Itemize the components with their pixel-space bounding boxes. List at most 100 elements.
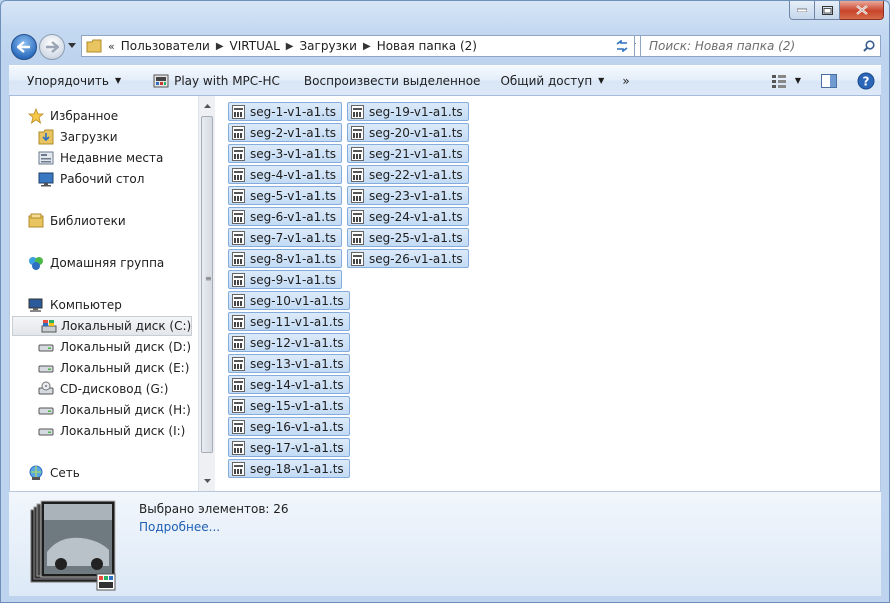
organize-label: Упорядочить xyxy=(27,73,109,88)
recent-pages-dropdown-icon[interactable] xyxy=(68,43,76,48)
nav-item-label: Локальный диск (I:) xyxy=(60,424,186,438)
file-name: seg-8-v1-a1.ts xyxy=(250,251,337,266)
breadcrumb-label: Пользователи xyxy=(120,39,210,53)
file-item[interactable]: seg-21-v1-a1.ts xyxy=(347,144,469,163)
chevron-down-icon: ▼ xyxy=(114,76,122,85)
breadcrumb-separator-icon[interactable]: ▶ xyxy=(216,41,224,52)
file-item[interactable]: seg-14-v1-a1.ts xyxy=(228,375,350,394)
nav-item-homegroup[interactable]: Домашняя группа xyxy=(28,253,164,273)
nav-item-drive-g[interactable]: CD-дисковод (G:) xyxy=(38,379,168,399)
nav-item-label: Рабочий стол xyxy=(60,172,145,186)
file-item[interactable]: seg-13-v1-a1.ts xyxy=(228,354,350,373)
file-item[interactable]: seg-16-v1-a1.ts xyxy=(228,417,350,436)
breadcrumb-item[interactable]: Загрузки ▶ xyxy=(299,39,376,53)
scroll-down-icon[interactable] xyxy=(199,473,215,489)
breadcrumb-separator-icon[interactable]: ▶ xyxy=(363,41,371,52)
file-name: seg-19-v1-a1.ts xyxy=(369,104,463,119)
more-details-link[interactable]: Подробнее... xyxy=(139,520,220,534)
search-input[interactable]: Поиск: Новая папка (2) xyxy=(640,35,881,57)
nav-item-network[interactable]: Сеть xyxy=(28,463,80,483)
breadcrumb-item[interactable]: VIRTUAL ▶ xyxy=(230,39,300,53)
nav-item-label: Локальный диск (D:) xyxy=(60,340,192,354)
organize-button[interactable]: Упорядочить ▼ xyxy=(9,66,131,95)
video-file-icon xyxy=(232,251,245,266)
file-item[interactable]: seg-22-v1-a1.ts xyxy=(347,165,469,184)
nav-item-favorites[interactable]: Избранное xyxy=(28,106,118,126)
file-item[interactable]: seg-26-v1-a1.ts xyxy=(347,249,469,268)
nav-item-drive-i[interactable]: Локальный диск (I:) xyxy=(38,421,185,441)
help-button[interactable]: ? xyxy=(857,72,875,90)
file-item[interactable]: seg-8-v1-a1.ts xyxy=(228,249,343,268)
share-button[interactable]: Общий доступ ▼ xyxy=(490,66,614,95)
refresh-button[interactable] xyxy=(609,35,635,57)
scroll-up-icon[interactable] xyxy=(199,98,215,114)
homegroup-icon xyxy=(29,257,43,270)
file-item[interactable]: seg-25-v1-a1.ts xyxy=(347,228,469,247)
navigation-scrollbar[interactable]: ≡ xyxy=(198,96,215,491)
file-name: seg-4-v1-a1.ts xyxy=(250,167,337,182)
search-icon[interactable] xyxy=(863,40,875,52)
file-item[interactable]: seg-5-v1-a1.ts xyxy=(228,186,343,205)
nav-item-drive-h[interactable]: Локальный диск (H:) xyxy=(38,400,191,420)
file-item[interactable]: seg-17-v1-a1.ts xyxy=(228,438,350,457)
file-item[interactable]: seg-20-v1-a1.ts xyxy=(347,123,469,142)
file-item[interactable]: seg-23-v1-a1.ts xyxy=(347,186,469,205)
address-bar[interactable]: « Пользователи ▶ VIRTUAL ▶ Загрузки ▶ Новая… xyxy=(81,35,641,57)
nav-item-drive-c[interactable]: Локальный диск (C:) xyxy=(12,316,192,336)
file-item[interactable]: seg-15-v1-a1.ts xyxy=(228,396,350,415)
maximize-button[interactable] xyxy=(815,1,840,20)
nav-item-label: Локальный диск (C:) xyxy=(61,319,192,333)
file-item[interactable]: seg-6-v1-a1.ts xyxy=(228,207,343,226)
file-item[interactable]: seg-24-v1-a1.ts xyxy=(347,207,469,226)
breadcrumb-item[interactable]: Пользователи ▶ xyxy=(121,39,230,53)
file-item[interactable]: seg-2-v1-a1.ts xyxy=(228,123,343,142)
file-item[interactable]: seg-11-v1-a1.ts xyxy=(228,312,350,331)
file-name: seg-3-v1-a1.ts xyxy=(250,146,337,161)
minimize-button[interactable] xyxy=(789,1,815,20)
folder-icon xyxy=(86,39,102,53)
search-placeholder: Поиск: Новая папка (2) xyxy=(649,39,796,53)
file-item[interactable]: seg-4-v1-a1.ts xyxy=(228,165,343,184)
nav-item-label: Локальный диск (H:) xyxy=(60,403,191,417)
view-options-button[interactable]: ▼ xyxy=(771,74,801,88)
nav-item-downloads[interactable]: Загрузки xyxy=(38,127,118,147)
play-selected-button[interactable]: Воспроизвести выделенное xyxy=(290,66,491,95)
maximize-icon xyxy=(821,5,833,15)
nav-item-desktop[interactable]: Рабочий стол xyxy=(38,169,144,189)
file-item[interactable]: seg-19-v1-a1.ts xyxy=(347,102,469,121)
drive-icon xyxy=(38,407,54,415)
close-button[interactable] xyxy=(840,1,884,20)
breadcrumb-separator-icon[interactable]: ▶ xyxy=(286,41,294,52)
play-mpc-button[interactable]: Play with MPC-HC xyxy=(131,66,290,95)
scrollbar-thumb[interactable]: ≡ xyxy=(201,116,213,453)
file-item[interactable]: seg-18-v1-a1.ts xyxy=(228,459,350,478)
forward-button[interactable] xyxy=(39,34,65,60)
breadcrumb-item[interactable]: Новая папка (2) xyxy=(377,39,477,53)
nav-item-drive-d[interactable]: Локальный диск (D:) xyxy=(38,337,191,357)
address-overflow[interactable]: « xyxy=(108,40,115,53)
preview-pane-button[interactable] xyxy=(821,73,837,88)
nav-item-libraries[interactable]: Библиотеки xyxy=(28,211,126,231)
file-item[interactable]: seg-9-v1-a1.ts xyxy=(228,270,343,289)
file-name: seg-15-v1-a1.ts xyxy=(250,398,344,413)
nav-item-computer[interactable]: Компьютер xyxy=(28,295,122,315)
file-item[interactable]: seg-3-v1-a1.ts xyxy=(228,144,343,163)
file-item[interactable]: seg-10-v1-a1.ts xyxy=(228,291,350,310)
navigation-pane[interactable]: Избранное Загрузки Недавние места Рабочи… xyxy=(10,96,198,491)
minimize-icon xyxy=(797,8,807,12)
nav-item-label: Избранное xyxy=(50,109,119,123)
file-item[interactable]: seg-7-v1-a1.ts xyxy=(228,228,343,247)
nav-item-recent[interactable]: Недавние места xyxy=(38,148,163,168)
video-file-icon xyxy=(232,209,245,224)
video-file-icon xyxy=(232,293,245,308)
file-item[interactable]: seg-12-v1-a1.ts xyxy=(228,333,350,352)
nav-item-drive-e[interactable]: Локальный диск (E:) xyxy=(38,358,189,378)
command-bar-right: ▼ ? xyxy=(757,66,875,95)
breadcrumb-label: Новая папка (2) xyxy=(376,39,477,53)
more-commands-button[interactable]: » xyxy=(614,66,639,95)
video-file-icon xyxy=(351,146,364,161)
file-name: seg-23-v1-a1.ts xyxy=(369,188,463,203)
file-item[interactable]: seg-1-v1-a1.ts xyxy=(228,102,343,121)
file-list[interactable]: seg-1-v1-a1.ts seg-2-v1-a1.ts seg-3-v1-a1.… xyxy=(215,96,880,491)
back-button[interactable] xyxy=(11,34,37,60)
